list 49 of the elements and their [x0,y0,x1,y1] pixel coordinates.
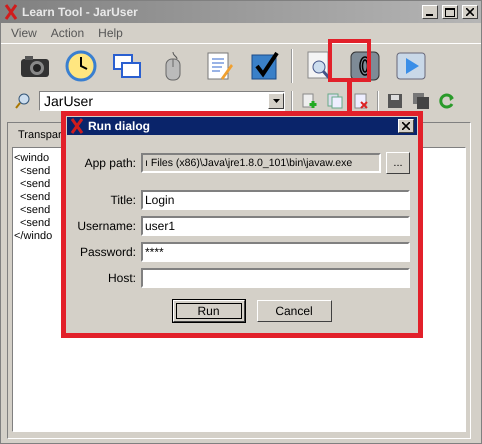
dialog-button[interactable]: Cancel [256,300,332,322]
code-line: <send [20,178,50,191]
maximize-button[interactable] [442,5,458,19]
code-line: <send [20,165,50,178]
refresh-icon [439,93,455,109]
highlight-frame [328,39,371,82]
input-field[interactable]: user1 [141,216,410,236]
checkbox-icon [249,50,281,82]
copy-document-icon [327,93,343,109]
code-line: <windo [14,152,50,165]
field-label: App path: [84,156,136,170]
floppy-icon [387,93,403,109]
dialog-title: Run dialog [88,119,151,133]
dialog-button[interactable]: Run [172,300,244,322]
delete-document-icon [353,93,369,109]
field-label: Username: [76,219,136,233]
code-line: </windo [14,230,52,243]
save-all-button[interactable] [411,91,431,111]
panel-label: Transpar [17,129,63,141]
save-button[interactable] [385,91,405,111]
close-button[interactable] [462,5,478,19]
input-field[interactable] [141,268,410,288]
field-label: Password: [78,245,136,259]
add-document-icon [301,93,317,109]
input-field[interactable]: **** [141,242,410,262]
window-title: Learn Tool - JarUser [22,5,139,19]
logo-icon [70,118,84,134]
close-icon [402,122,410,130]
search-icon [15,93,31,109]
minimize-button[interactable] [422,5,438,19]
close-icon [466,8,474,16]
caret-icon [272,99,280,103]
code-line: <send [20,217,50,230]
play-icon [395,50,427,82]
menu-item[interactable]: View [11,26,37,40]
maximize-icon [445,8,455,16]
field-label: Host: [106,271,136,285]
menu-item[interactable]: Help [98,26,123,40]
code-line: <send [20,191,50,204]
clock-icon [65,50,97,82]
input-field[interactable]: Login [141,190,410,210]
floppies-icon [413,93,429,109]
logo-icon [4,4,18,20]
dropdown-button[interactable] [268,93,284,109]
code-line: <send [20,204,50,217]
project-dropdown[interactable]: JarUser [39,91,285,111]
close-button[interactable] [398,119,414,133]
menu-item[interactable]: Action [50,26,84,40]
field-label: Title: [109,193,136,207]
